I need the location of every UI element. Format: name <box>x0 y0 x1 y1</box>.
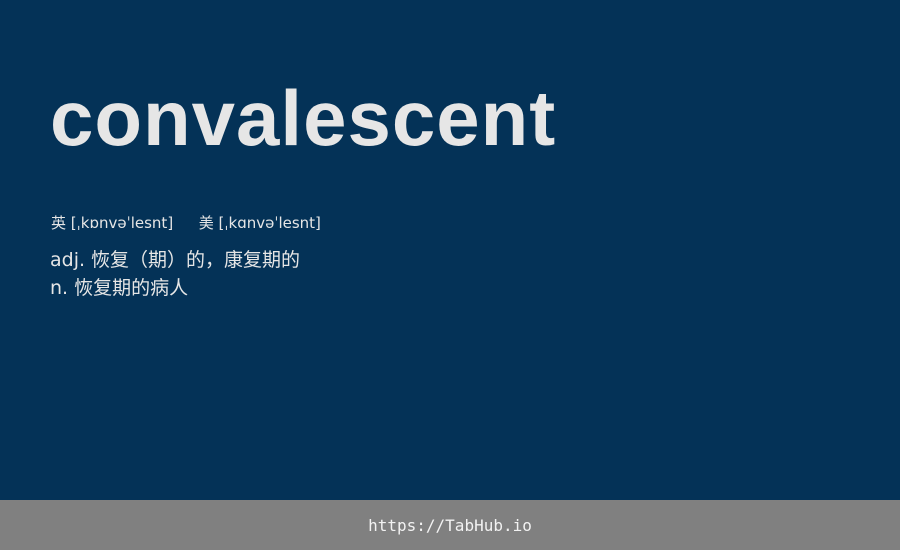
footer-bar: https://TabHub.io <box>0 500 900 550</box>
uk-label: 英 <box>51 214 67 232</box>
definition-list: adj. 恢复（期）的，康复期的 n. 恢复期的病人 <box>50 246 300 302</box>
uk-phonetic: [ˌkɒnvəˈlesnt] <box>70 214 174 232</box>
definition-noun: n. 恢复期的病人 <box>50 277 189 299</box>
definition-adjective: adj. 恢复（期）的，康复期的 <box>50 249 301 271</box>
new-tab-page: convalescent 英 [ˌkɒnvəˈlesnt] 美 [ˌkɑnvəˈ… <box>0 0 900 550</box>
tabhub-link[interactable]: https://TabHub.io <box>368 516 532 535</box>
pronunciation-row: 英 [ˌkɒnvəˈlesnt] 美 [ˌkɑnvəˈlesnt] <box>51 212 321 234</box>
vocabulary-word: convalescent <box>50 74 557 162</box>
us-label: 美 <box>198 214 214 232</box>
us-phonetic: [ˌkɑnvəˈlesnt] <box>218 214 321 232</box>
